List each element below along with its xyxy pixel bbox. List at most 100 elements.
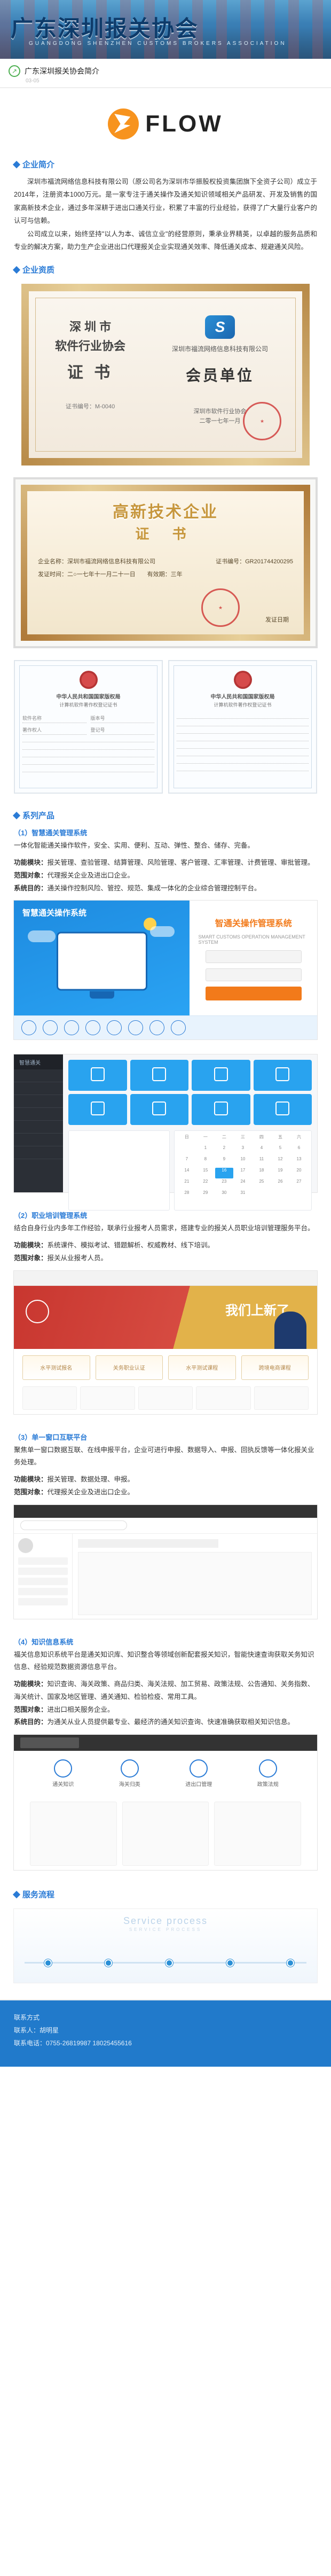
stat-icon: [190, 1759, 208, 1778]
sidebar-item[interactable]: [18, 1598, 68, 1605]
password-input[interactable]: [206, 968, 302, 981]
cert1-company: 深圳市福流网络信息科技有限公司: [152, 344, 288, 353]
sidebar-item[interactable]: [14, 1134, 63, 1146]
sc-country: 中华人民共和国国家版权局: [22, 692, 154, 700]
content-panel: [78, 1552, 312, 1615]
sidebar-item[interactable]: [18, 1557, 68, 1565]
monitor-icon: [57, 932, 147, 990]
section-quals-title: 企业资质: [22, 264, 54, 275]
sidebar-item[interactable]: [14, 1146, 63, 1159]
dashboard-tile[interactable]: [68, 1060, 127, 1091]
training-card[interactable]: 水平测试报名: [22, 1355, 90, 1380]
cert2-stamp: ★: [201, 588, 240, 627]
intro-body: 深圳市福流网络信息科技有限公司（原公司名为深圳市华振股权投资集团旗下全资子公司）…: [0, 173, 331, 260]
diamond-icon: [13, 266, 20, 274]
stat-item[interactable]: 政策法规: [257, 1759, 279, 1788]
flow-step-dot: [44, 1959, 52, 1967]
feature-icon: [43, 1020, 58, 1035]
dashboard-tile[interactable]: [68, 1094, 127, 1125]
article-title-row: ↗ 广东深圳报关协会简介: [0, 59, 331, 79]
sidebar-item[interactable]: [14, 1082, 63, 1095]
p3-kv-1: 范围对象：代理报关企业及进出口企业。: [0, 1486, 331, 1499]
stat-icon: [121, 1759, 139, 1778]
dashboard-tile[interactable]: [192, 1060, 250, 1091]
cert1-left-2: 软件行业协会: [43, 337, 137, 354]
site-title: 广东深圳报关协会: [11, 11, 199, 43]
stat-item[interactable]: 进出口管理: [185, 1759, 212, 1788]
flow-bg-sub: SERVICE PROCESS: [129, 1927, 202, 1932]
flow-step-dot: [287, 1959, 294, 1967]
feature-icon: [21, 1020, 36, 1035]
stat-icon: [54, 1759, 72, 1778]
sidebar-item[interactable]: [14, 1095, 63, 1108]
knowledge-card[interactable]: [122, 1802, 209, 1866]
dashboard-tile[interactable]: [192, 1094, 250, 1125]
sidebar-item[interactable]: [18, 1568, 68, 1575]
ss1-icon-row: [14, 1015, 317, 1039]
search-input[interactable]: [20, 1520, 127, 1530]
dashboard-tile[interactable]: [254, 1060, 312, 1091]
diamond-icon: [13, 812, 20, 819]
cert1-number: 证书编号：M-0040: [43, 402, 137, 410]
stat-item[interactable]: 海关归类: [119, 1759, 140, 1788]
feature-icon: [85, 1020, 100, 1035]
intro-para-1: 深圳市福流网络信息科技有限公司（原公司名为深圳市华振股权投资集团旗下全资子公司）…: [14, 175, 317, 228]
course-thumb[interactable]: [138, 1386, 193, 1410]
sidebar-item[interactable]: [14, 1069, 63, 1082]
ss4-header: [14, 1505, 317, 1518]
cert2-sub: 证 书: [38, 523, 293, 543]
login-button[interactable]: [206, 987, 302, 1000]
section-products-title: 系列产品: [22, 810, 54, 821]
dashboard-tile[interactable]: [130, 1094, 189, 1125]
course-thumb[interactable]: [22, 1386, 77, 1410]
p4-kv-2: 系统目的：为通关从业人员提供最专业、最经济的通关知识查询、快速准确获取相关知识信…: [0, 1716, 331, 1729]
knowledge-card[interactable]: [30, 1802, 117, 1866]
sidebar-item[interactable]: [14, 1121, 63, 1134]
avatar-icon[interactable]: [18, 1538, 33, 1553]
screenshot-knowledge-system: 通关知识 海关归类 进出口管理 政策法规: [13, 1734, 318, 1871]
knowledge-card[interactable]: [214, 1802, 301, 1866]
cert1-s-logo: [205, 315, 235, 339]
ss4-sidebar: [14, 1534, 73, 1619]
ss1-left-title: 智慧通关操作系统: [22, 907, 86, 918]
screenshot-smart-customs-dashboard: 智慧通关 日一二三四五六 123456 78910111213 14151617…: [13, 1054, 318, 1193]
flow-bg-text: Service process: [123, 1915, 208, 1927]
article-title: 广东深圳报关协会简介: [25, 66, 99, 76]
training-card[interactable]: 跨境电商课程: [241, 1355, 309, 1380]
emblem-icon: [80, 671, 98, 689]
sc-title-1: 计算机软件著作权登记证书: [22, 701, 154, 708]
dashboard-tile[interactable]: [254, 1094, 312, 1125]
soft-cert-2: 中华人民共和国国家版权局 计算机软件著作权登记证书: [168, 660, 317, 794]
course-thumb[interactable]: [196, 1386, 250, 1410]
training-card[interactable]: 水平测试课程: [168, 1355, 236, 1380]
flow-step-dot: [165, 1959, 173, 1967]
sidebar-item[interactable]: [14, 1108, 63, 1121]
training-card[interactable]: 关务职业认证: [96, 1355, 163, 1380]
p3-kv-0: 功能模块：报关管理、数据处理、申报。: [0, 1473, 331, 1486]
username-input[interactable]: [206, 950, 302, 963]
sidebar-item[interactable]: [18, 1578, 68, 1585]
ss1-right-title: 智通关操作管理系统: [215, 916, 292, 929]
company-logo: FLOW: [0, 96, 331, 154]
p1-kv-0: 功能模块：报关管理、查验管理、结算管理、风险管理、客户管理、汇率管理、计费管理、…: [0, 857, 331, 870]
cert2-number: 证书编号：GR201744200295: [216, 557, 293, 565]
stat-icon: [259, 1759, 277, 1778]
course-thumb[interactable]: [80, 1386, 135, 1410]
section-flow-head: 服务流程: [0, 1884, 331, 1903]
course-thumb[interactable]: [254, 1386, 309, 1410]
product-1-desc: 一体化智能通关操作软件，安全、实用、便利、互动、弹性、整合、储存、完备。: [0, 839, 331, 857]
site-subtitle: GUANGDONG SHENZHEN CUSTOMS BROKERS ASSOC…: [29, 41, 287, 46]
sidebar-item[interactable]: [18, 1588, 68, 1595]
product-4-desc: 福关信息知识系统平台是通关知识库、知识整合等领域创新配套报关知识，智能快速查询获…: [0, 1648, 331, 1679]
cert1-big: 会员单位: [152, 364, 288, 385]
flow-step-dot: [105, 1959, 112, 1967]
ss2-sidebar-title: 智慧通关: [14, 1054, 63, 1069]
product-4-num: （4）知识信息系统: [0, 1633, 331, 1648]
hero-badge-icon: [26, 1300, 49, 1323]
product-2-desc: 结合自身行业内多年工作经验，联承行业报考人员需求，搭建专业的报关人员职业培训管理…: [0, 1221, 331, 1239]
dashboard-tile[interactable]: [130, 1060, 189, 1091]
calendar-widget[interactable]: 日一二三四五六 123456 78910111213 1415161718192…: [174, 1130, 312, 1211]
stat-item[interactable]: 通关知识: [52, 1759, 74, 1788]
share-icon[interactable]: ↗: [9, 65, 20, 77]
feature-icon: [171, 1020, 186, 1035]
